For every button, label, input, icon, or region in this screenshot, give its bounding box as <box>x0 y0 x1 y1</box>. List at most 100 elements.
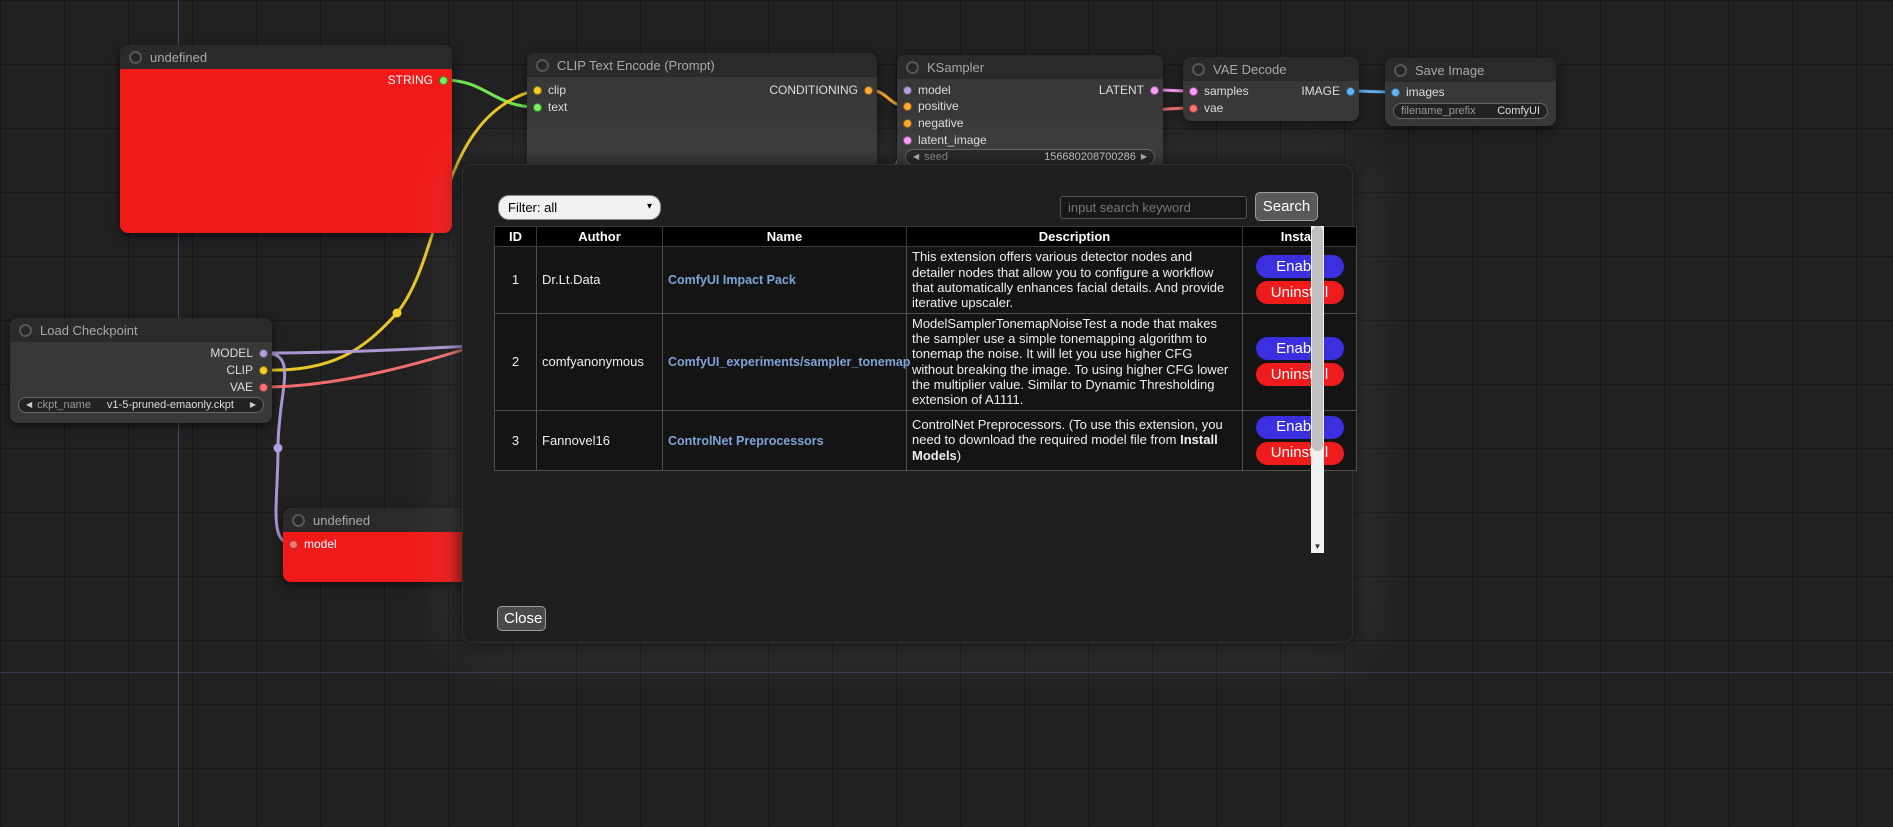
slot-label: vae <box>1204 101 1223 115</box>
slot-dot[interactable] <box>903 102 912 111</box>
extension-link[interactable]: ControlNet Preprocessors <box>668 434 824 448</box>
slot-label: MODEL <box>210 346 253 360</box>
header-install: Install <box>1243 227 1357 247</box>
node-title: KSampler <box>927 60 984 75</box>
extension-link[interactable]: ComfyUI_experiments/sampler_tonemap <box>668 355 910 369</box>
slot-dot[interactable] <box>289 540 298 549</box>
widget-label: filename_prefix <box>1401 105 1476 117</box>
collapse-dot[interactable] <box>906 61 919 74</box>
cell-id: 1 <box>495 247 537 313</box>
node-header[interactable]: KSampler <box>897 55 1163 79</box>
slot-dot[interactable] <box>1189 104 1198 113</box>
header-author: Author <box>537 227 663 247</box>
search-button[interactable]: Search <box>1255 192 1318 221</box>
cell-author: Dr.Lt.Data <box>537 247 663 313</box>
slot-dot[interactable] <box>903 119 912 128</box>
input-slot-text: text <box>533 99 567 115</box>
uninstall-button[interactable]: Uninstall <box>1256 442 1344 465</box>
input-slot-samples: samples <box>1189 83 1249 99</box>
seed-widget[interactable]: ◀ seed 156680208700286 ▶ <box>905 149 1155 165</box>
slot-dot[interactable] <box>259 349 268 358</box>
node-title: Save Image <box>1415 63 1484 78</box>
widget-value: v1-5-pruned-emaonly.ckpt <box>96 399 245 411</box>
slot-label: text <box>548 100 567 114</box>
cell-author: Fannovel16 <box>537 410 663 470</box>
manager-dialog: Filter: all ▾ Search ID Author Name Desc… <box>462 164 1353 643</box>
uninstall-button[interactable]: Uninstall <box>1256 363 1344 386</box>
slot-dot[interactable] <box>864 86 873 95</box>
slot-label: CONDITIONING <box>769 83 858 97</box>
header-description: Description <box>907 227 1243 247</box>
slot-label: positive <box>918 99 959 113</box>
filter-select[interactable]: Filter: all <box>498 195 661 220</box>
slot-dot[interactable] <box>1346 87 1355 96</box>
slot-dot[interactable] <box>259 366 268 375</box>
extension-table: ID Author Name Description Install 1Dr.L… <box>494 226 1357 471</box>
increment-arrow-icon[interactable]: ▶ <box>1141 153 1147 161</box>
link-midpoint-dot[interactable] <box>393 309 402 318</box>
collapse-dot[interactable] <box>129 51 142 64</box>
input-slot-vae: vae <box>1189 100 1223 116</box>
slot-dot[interactable] <box>259 383 268 392</box>
previous-arrow-icon[interactable]: ◀ <box>26 401 32 409</box>
cell-install: Enable Uninstall <box>1243 247 1357 313</box>
collapse-dot[interactable] <box>1394 64 1407 77</box>
slot-dot[interactable] <box>903 86 912 95</box>
header-name: Name <box>663 227 907 247</box>
slot-label: model <box>918 83 951 97</box>
filename-prefix-widget[interactable]: filename_prefix ComfyUI <box>1393 103 1548 119</box>
filter-select-wrap: Filter: all ▾ <box>498 195 661 220</box>
collapse-dot[interactable] <box>1192 63 1205 76</box>
ckpt-name-widget[interactable]: ◀ ckpt_name v1-5-pruned-emaonly.ckpt ▶ <box>18 397 264 413</box>
slot-dot[interactable] <box>903 136 912 145</box>
node-header[interactable]: VAE Decode <box>1183 57 1359 81</box>
node-save-image[interactable]: Save Image images filename_prefix ComfyU… <box>1385 58 1556 126</box>
collapse-dot[interactable] <box>292 514 305 527</box>
scrollbar-thumb[interactable] <box>1312 226 1323 451</box>
slot-label: clip <box>548 83 566 97</box>
scroll-down-button[interactable]: ▼ <box>1311 540 1324 553</box>
input-slot-negative: negative <box>903 115 963 131</box>
node-vae-decode[interactable]: VAE Decode samples vae IMAGE <box>1183 57 1359 121</box>
node-header[interactable]: CLIP Text Encode (Prompt) <box>527 53 877 77</box>
decrement-arrow-icon[interactable]: ◀ <box>913 153 919 161</box>
output-slot-model: MODEL <box>210 345 268 361</box>
collapse-dot[interactable] <box>19 324 32 337</box>
slot-label: STRING <box>388 73 433 87</box>
slot-dot[interactable] <box>1391 88 1400 97</box>
widget-label: seed <box>924 151 948 163</box>
node-undefined-top[interactable]: undefined STRING <box>120 45 452 233</box>
table-header-row: ID Author Name Description Install <box>495 227 1357 247</box>
node-header[interactable]: Save Image <box>1385 58 1556 82</box>
input-slot-images: images <box>1391 84 1445 100</box>
slot-dot[interactable] <box>439 76 448 85</box>
node-header[interactable]: Load Checkpoint <box>10 318 272 342</box>
slot-dot[interactable] <box>533 103 542 112</box>
node-header[interactable]: undefined <box>120 45 452 69</box>
collapse-dot[interactable] <box>536 59 549 72</box>
enable-button[interactable]: Enable <box>1256 255 1344 278</box>
extension-link[interactable]: ComfyUI Impact Pack <box>668 273 796 287</box>
slot-label: samples <box>1204 84 1249 98</box>
enable-button[interactable]: Enable <box>1256 337 1344 360</box>
slot-dot[interactable] <box>533 86 542 95</box>
slot-label: negative <box>918 116 963 130</box>
extension-row: 2comfyanonymousComfyUI_experiments/sampl… <box>495 313 1357 410</box>
node-error-body <box>120 69 452 233</box>
next-arrow-icon[interactable]: ▶ <box>250 401 256 409</box>
extension-row: 1Dr.Lt.DataComfyUI Impact PackThis exten… <box>495 247 1357 313</box>
wire-string-to-text <box>444 80 536 107</box>
slot-dot[interactable] <box>1150 86 1159 95</box>
input-slot-latent-image: latent_image <box>903 132 987 148</box>
uninstall-button[interactable]: Uninstall <box>1256 281 1344 304</box>
search-input[interactable] <box>1060 196 1247 219</box>
cell-name: ComfyUI Impact Pack <box>663 247 907 313</box>
close-button[interactable]: Close <box>497 606 546 631</box>
table-scrollbar[interactable]: ▼ <box>1311 226 1324 553</box>
input-slot-model: model <box>903 82 951 98</box>
slot-dot[interactable] <box>1189 87 1198 96</box>
node-load-checkpoint[interactable]: Load Checkpoint MODEL CLIP VAE ◀ ckpt_na… <box>10 318 272 423</box>
enable-button[interactable]: Enable <box>1256 416 1344 439</box>
link-midpoint-dot[interactable] <box>274 444 283 453</box>
slot-label: IMAGE <box>1301 84 1340 98</box>
